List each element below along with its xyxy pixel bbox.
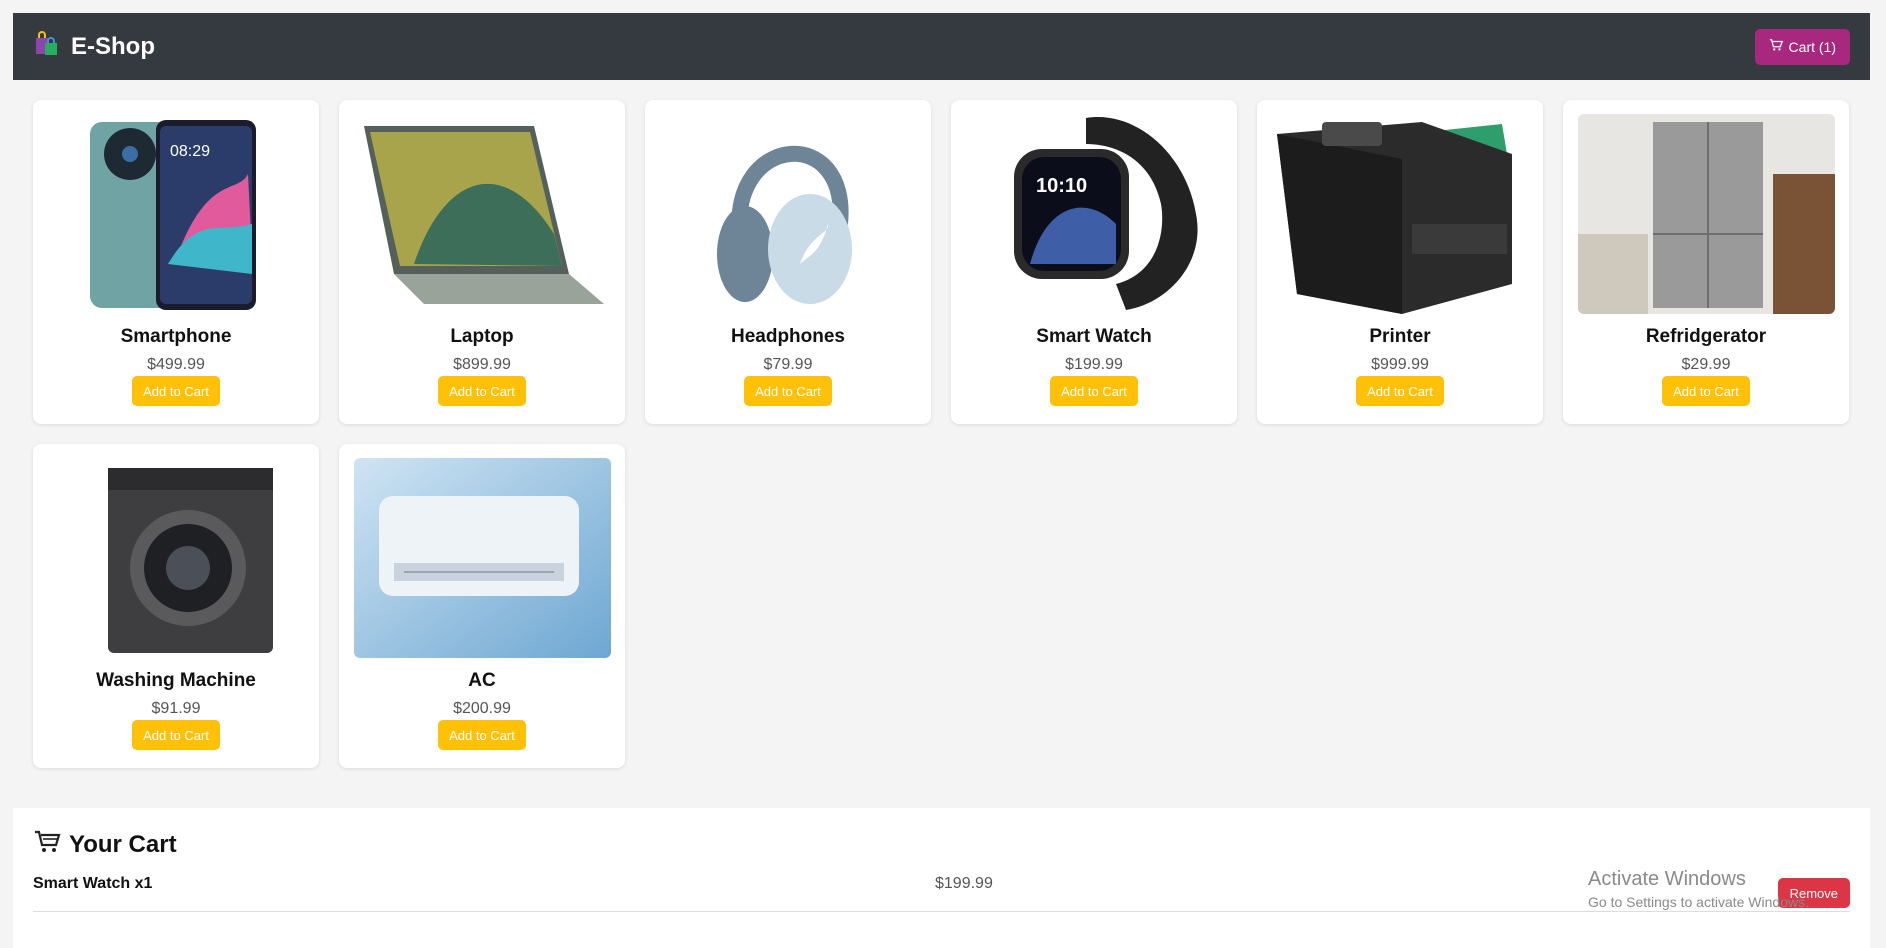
product-price: $899.99 [453,356,511,373]
add-to-cart-button[interactable]: Add to Cart [1050,376,1138,406]
product-name: Washing Machine [96,670,256,691]
smart-watch-image: 10:10 [965,114,1223,314]
product-name: Refridgerator [1645,326,1767,347]
cart-panel: Your Cart Smart Watch x1 $199.99 Remove [13,808,1870,948]
add-to-cart-button[interactable]: Add to Cart [1662,376,1750,406]
product-name: Smart Watch [1036,326,1152,347]
headphones-image [659,114,917,314]
add-to-cart-button[interactable]: Add to Cart [438,720,526,750]
laptop-image [353,114,611,314]
top-nav-bar: E-Shop Cart (1) [13,13,1870,80]
svg-text:10:10: 10:10 [1036,175,1087,197]
product-price: $79.99 [763,356,813,373]
air-conditioner-image [353,458,611,658]
cart-item-row: Smart Watch x1 $199.99 Remove [33,865,1850,912]
product-price: $199.99 [1065,356,1123,373]
cart-title: Your Cart [69,830,177,858]
product-card: Refridgerator $29.99 Add to Cart [1563,100,1849,424]
product-name: Laptop [450,326,514,347]
printer-image [1271,114,1529,314]
product-price: $200.99 [453,700,511,717]
product-card: 10:10 Smart Watch $199.99 Add to Cart [951,100,1237,424]
product-price: $91.99 [151,700,201,717]
product-name: Headphones [730,326,846,347]
cart-item-name: Smart Watch x1 [33,875,153,892]
product-price: $29.99 [1681,356,1731,373]
brand-title: E-Shop [71,32,155,60]
smartphone-image: 08:29 [47,114,305,314]
product-name: Smartphone [120,326,232,347]
product-price: $999.99 [1371,356,1429,373]
shopping-bags-icon [33,30,61,63]
product-price: $499.99 [147,356,205,373]
cart-icon [1769,38,1783,55]
refrigerator-image [1577,114,1835,314]
svg-text:08:29: 08:29 [170,143,210,160]
add-to-cart-button[interactable]: Add to Cart [1356,376,1444,406]
brand[interactable]: E-Shop [33,30,155,63]
washing-machine-image [47,458,305,658]
product-card: Headphones $79.99 Add to Cart [645,100,931,424]
product-card: Printer $999.99 Add to Cart [1257,100,1543,424]
product-name: AC [468,670,496,691]
add-to-cart-button[interactable]: Add to Cart [132,720,220,750]
cart-icon [33,828,61,861]
add-to-cart-button[interactable]: Add to Cart [132,376,220,406]
cart-button-label: Cart (1) [1788,38,1836,55]
cart-heading: Your Cart [33,828,1850,861]
product-name: Printer [1369,326,1431,347]
product-card: Washing Machine $91.99 Add to Cart [33,444,319,768]
cart-button[interactable]: Cart (1) [1754,28,1850,65]
product-grid: 08:29 Smartphone $499.99 Add to Cart Lap… [33,100,1849,768]
cart-item-price: $199.99 [935,875,993,892]
product-card: 08:29 Smartphone $499.99 Add to Cart [33,100,319,424]
add-to-cart-button[interactable]: Add to Cart [744,376,832,406]
product-card: Laptop $899.99 Add to Cart [339,100,625,424]
add-to-cart-button[interactable]: Add to Cart [438,376,526,406]
product-card: AC $200.99 Add to Cart [339,444,625,768]
remove-button[interactable]: Remove [1777,878,1850,908]
